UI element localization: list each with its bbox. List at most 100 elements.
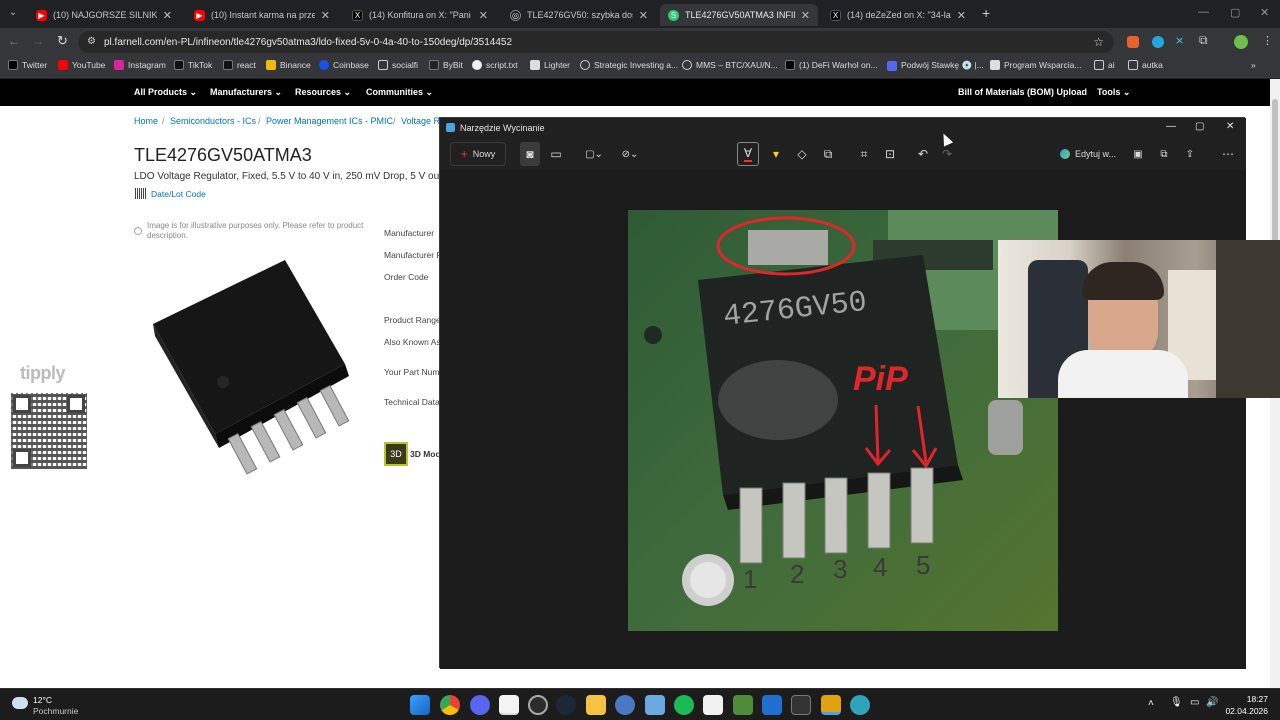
close-tab-icon[interactable]: ✕ [321, 9, 330, 22]
browser-icon[interactable] [850, 695, 870, 715]
bookmark-item[interactable]: Coinbase [319, 60, 369, 70]
close-window-button[interactable]: ✕ [1260, 6, 1269, 19]
breadcrumb-home[interactable]: Home [134, 116, 158, 126]
bookmark-star-icon[interactable]: ☆ [1093, 35, 1104, 49]
notepad-icon[interactable] [499, 695, 519, 715]
undo-icon[interactable]: ↶ [913, 142, 933, 166]
extension-fox-icon[interactable] [1127, 36, 1139, 48]
text-actions-icon[interactable]: ⊡ [880, 142, 900, 166]
extension-translate-icon[interactable]: ⨯ [1175, 34, 1184, 47]
browser-tab[interactable]: X (14) Konfitura on X: "Pani Edyta ✕ [344, 4, 496, 26]
date-lot-code-link[interactable]: Date/Lot Code [151, 189, 206, 199]
browser-menu-icon[interactable]: ⋮ [1262, 34, 1273, 47]
close-tab-icon[interactable]: ✕ [479, 9, 488, 22]
browser-tab[interactable]: ◎ TLE4276GV50: szybka dostawa ✕ [502, 4, 656, 26]
bookmark-item[interactable]: YouTube [58, 60, 105, 70]
minimize-button[interactable]: — [1166, 121, 1176, 132]
bookmark-item[interactable]: ByBit [429, 60, 463, 70]
app-icon[interactable] [733, 695, 753, 715]
extension-blue-icon[interactable] [1152, 36, 1164, 48]
bookmark-item[interactable]: react [223, 60, 256, 70]
more-options-icon[interactable]: ⋯ [1218, 142, 1238, 166]
snip-shape-dropdown[interactable]: ▢⌄ [582, 142, 606, 166]
edit-in-paint-button[interactable]: Edytuj w... [1055, 142, 1121, 166]
bookmark-folder[interactable]: socialfi [378, 60, 418, 70]
bookmark-item[interactable]: Program Wsparcia... [990, 60, 1081, 70]
forward-icon[interactable]: → [32, 34, 44, 48]
chrome-icon[interactable] [440, 695, 460, 715]
screenshot-mode-icon[interactable]: ◙ [520, 142, 540, 166]
spotify-icon[interactable] [674, 695, 694, 715]
clock-time[interactable]: 18:27 [1222, 694, 1268, 704]
bookmark-item[interactable]: script.txt [472, 60, 518, 70]
steam-icon[interactable] [556, 695, 576, 715]
clock-date[interactable]: 02.04.2026 [1222, 706, 1268, 716]
address-bar[interactable]: ⚙ pl.farnell.com/en-PL/infineon/tle4276g… [78, 31, 1114, 53]
extensions-puzzle-icon[interactable]: ⧉ [1199, 33, 1208, 48]
monitor-icon[interactable]: ▭ [1190, 697, 1199, 708]
microphone-icon[interactable]: 🎙 [1170, 697, 1183, 708]
browser-tab[interactable]: ▶ (10) NAJGORSZE SILNIKI Ostatni ✕ [28, 4, 180, 26]
profile-avatar[interactable] [1234, 35, 1248, 49]
maximize-button[interactable]: ▢ [1195, 121, 1204, 132]
bookmark-item[interactable]: Twitter [8, 60, 47, 70]
video-mode-icon[interactable]: ▭ [546, 142, 566, 166]
breadcrumb-semiconductors[interactable]: Semiconductors - ICs [170, 116, 256, 126]
new-tab-button[interactable]: + [982, 5, 990, 21]
bookmark-item[interactable]: (1) DeFi Warhol on... [785, 60, 878, 70]
site-info-icon[interactable]: ⚙ [87, 36, 96, 47]
bookmark-folder[interactable]: autka [1128, 60, 1163, 70]
minimize-window-button[interactable]: — [1198, 6, 1209, 18]
discord-icon[interactable] [470, 695, 490, 715]
bookmark-item[interactable]: Podwój Stawkę 💿 |... [887, 60, 984, 71]
eraser-icon[interactable]: ◇ [792, 142, 812, 166]
bookmark-item[interactable]: Binance [266, 60, 311, 70]
tray-expand-icon[interactable]: ˄ [1148, 698, 1154, 709]
bookmark-item[interactable]: Strategic Investing a... [580, 60, 678, 70]
app-icon[interactable] [645, 695, 665, 715]
bookmark-item[interactable]: Instagram [114, 60, 166, 70]
close-tab-icon[interactable]: ✕ [801, 9, 810, 22]
obs-icon[interactable] [528, 695, 548, 715]
app-icon[interactable] [762, 695, 782, 715]
bookmark-item[interactable]: MMS – BTC/XAU/N... [682, 60, 778, 70]
browser-tab[interactable]: ▶ (10) Instant karma na przejeździe ✕ [186, 4, 338, 26]
nav-bom-upload[interactable]: Bill of Materials (BOM) Upload [958, 87, 1087, 97]
new-snip-button[interactable]: + Nowy [450, 142, 506, 166]
delay-timer-dropdown[interactable]: ⊘⌄ [618, 142, 642, 166]
browser-tab[interactable]: X (14) deZeZed on X: "34-latek, 2 ✕ [822, 4, 974, 26]
start-button[interactable] [410, 695, 430, 715]
nav-manufacturers[interactable]: Manufacturers ⌄ [210, 87, 282, 98]
app-icon[interactable] [703, 695, 723, 715]
back-icon[interactable]: ← [8, 34, 20, 48]
file-explorer-icon[interactable] [586, 695, 606, 715]
close-tab-icon[interactable]: ✕ [639, 9, 648, 22]
close-tab-icon[interactable]: ✕ [163, 9, 172, 22]
breadcrumb-pmic[interactable]: Power Management ICs - PMIC [266, 116, 393, 126]
copy-icon[interactable]: ⧉ [1154, 142, 1174, 166]
bookmark-item[interactable]: TikTok [174, 60, 212, 70]
maximize-window-button[interactable]: ▢ [1230, 6, 1240, 19]
close-button[interactable]: ✕ [1226, 121, 1234, 132]
snipping-tool-titlebar[interactable]: Narzędzie Wycinanie — ▢ ✕ [440, 118, 1246, 138]
crop-icon[interactable]: ⌗ [854, 142, 874, 166]
3d-model-icon[interactable]: 3D [384, 442, 408, 466]
more-bookmarks-icon[interactable]: » [1251, 60, 1256, 70]
pen-tool-icon[interactable]: ∀ [737, 142, 759, 166]
reload-icon[interactable]: ↻ [57, 33, 68, 49]
highlighter-icon[interactable]: ▾ [766, 142, 786, 166]
share-icon[interactable]: ⇪ [1180, 142, 1200, 166]
weather-icon[interactable] [12, 697, 28, 709]
redo-icon[interactable]: ↷ [937, 142, 957, 166]
bookmark-folder[interactable]: ai [1094, 60, 1115, 70]
bookmark-item[interactable]: Lighter [530, 60, 570, 70]
breadcrumb-voltage[interactable]: Voltage Re... [401, 116, 439, 126]
nav-communities[interactable]: Communities ⌄ [366, 87, 433, 98]
ccleaner-icon[interactable] [615, 695, 635, 715]
tab-search-button[interactable]: ⌄ [6, 7, 20, 21]
close-tab-icon[interactable]: ✕ [957, 9, 966, 22]
browser-tab-active[interactable]: S TLE4276GV50ATMA3 INFINEON ✕ [660, 4, 818, 26]
nav-tools[interactable]: Tools ⌄ [1097, 87, 1130, 98]
terminal-icon[interactable] [791, 695, 811, 715]
nav-all-products[interactable]: All Products ⌄ [134, 87, 197, 98]
